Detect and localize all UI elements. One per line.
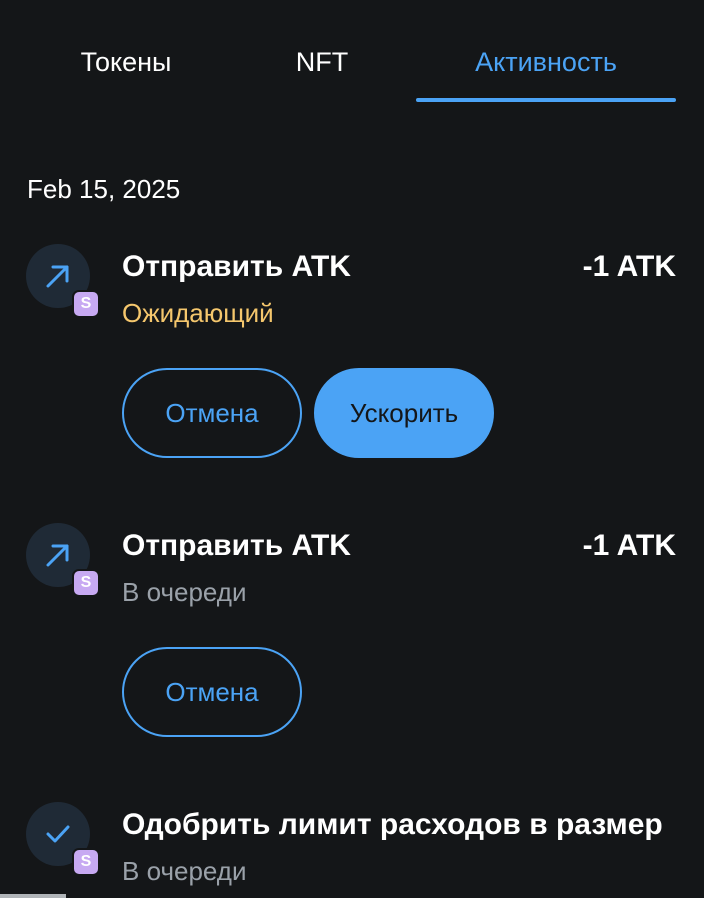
transaction-icon: S: [26, 802, 100, 876]
transaction-amount: -1 ATK: [582, 250, 676, 283]
transaction-icon: S: [26, 523, 100, 597]
tab-nft[interactable]: NFT: [282, 44, 362, 80]
transaction-title: Отправить ATK: [122, 529, 351, 562]
date-header: Feb 15, 2025: [27, 174, 181, 204]
status-pending: Ожидающий: [122, 298, 274, 328]
network-badge: S: [72, 290, 100, 318]
network-badge: S: [72, 569, 100, 597]
cancel-button[interactable]: Отмена: [122, 368, 302, 458]
cancel-button[interactable]: Отмена: [122, 647, 302, 737]
status-queued: В очереди: [122, 856, 247, 886]
activity-page: Токены NFT Активность Feb 15, 2025 S Отп…: [0, 0, 704, 898]
tab-tokens[interactable]: Токены: [70, 44, 182, 80]
network-badge: S: [72, 848, 100, 876]
transaction-title: Одобрить лимит расходов в размер: [122, 808, 663, 841]
transaction-title: Отправить ATK: [122, 250, 351, 283]
transaction-amount: -1 ATK: [582, 529, 676, 562]
tab-bar: Токены NFT Активность: [0, 0, 704, 104]
tab-activity[interactable]: Активность: [416, 44, 676, 80]
status-queued: В очереди: [122, 577, 247, 607]
active-tab-indicator: [416, 98, 676, 102]
transaction-icon: S: [26, 244, 100, 318]
scrollbar-thumb[interactable]: [0, 894, 66, 898]
speed-up-button[interactable]: Ускорить: [314, 368, 494, 458]
